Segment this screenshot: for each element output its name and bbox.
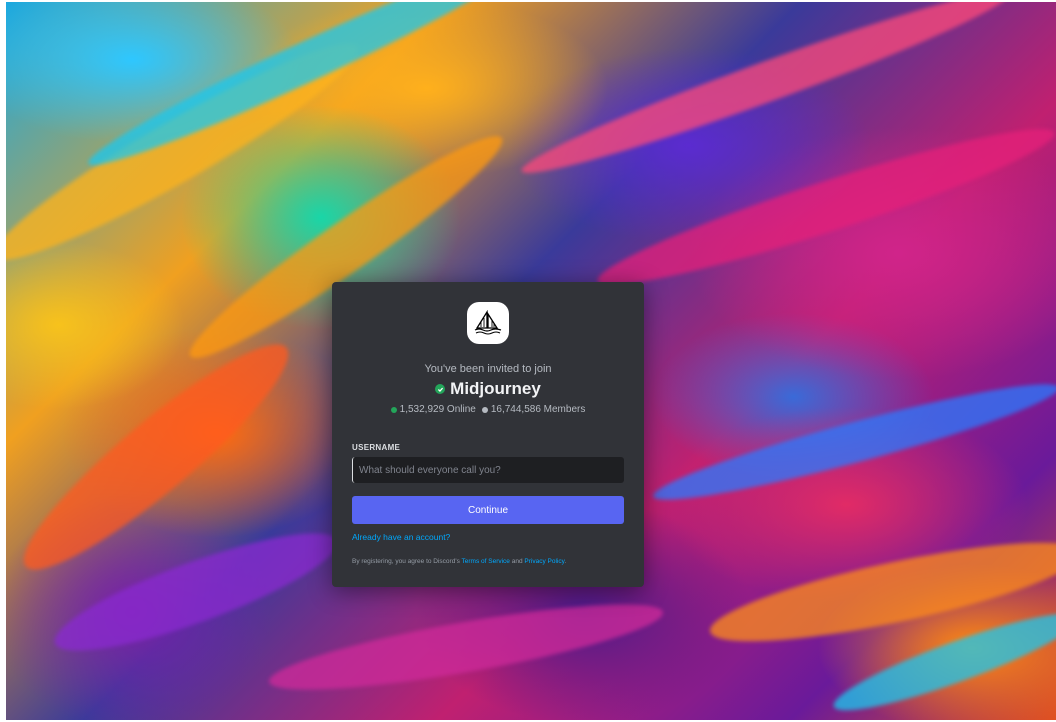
terms-prefix: By registering, you agree to Discord's: [352, 558, 462, 565]
terms-suffix: .: [564, 558, 567, 565]
continue-button[interactable]: Continue: [352, 496, 624, 524]
already-have-account-link[interactable]: Already have an account?: [352, 532, 450, 542]
online-dot-icon: [390, 406, 397, 413]
server-title: Midjourney: [332, 379, 644, 399]
member-count: 16,744,586 Members: [490, 404, 586, 415]
server-logo: [467, 302, 509, 344]
terms-of-service-link[interactable]: Terms of Service: [462, 558, 510, 565]
online-count: 1,532,929 Online: [399, 404, 476, 415]
terms-and: and: [509, 558, 525, 565]
username-input[interactable]: [352, 457, 624, 483]
members-stat: 16,744,586 Members: [481, 404, 586, 415]
online-stat: 1,532,929 Online: [390, 404, 476, 415]
privacy-policy-link[interactable]: Privacy Policy: [524, 558, 564, 565]
invite-subtitle: You've been invited to join: [424, 363, 552, 375]
server-name: Midjourney: [450, 379, 541, 398]
sailboat-icon: [474, 310, 502, 335]
verified-check-icon: [435, 384, 446, 394]
username-label: USERNAME: [352, 443, 401, 452]
server-stats: 1,532,929 Online 16,744,586 Members: [332, 404, 644, 415]
terms-notice: By registering, you agree to Discord's T…: [352, 558, 566, 565]
invite-card: You've been invited to join Midjourney 1…: [332, 282, 644, 587]
members-dot-icon: [481, 406, 488, 413]
